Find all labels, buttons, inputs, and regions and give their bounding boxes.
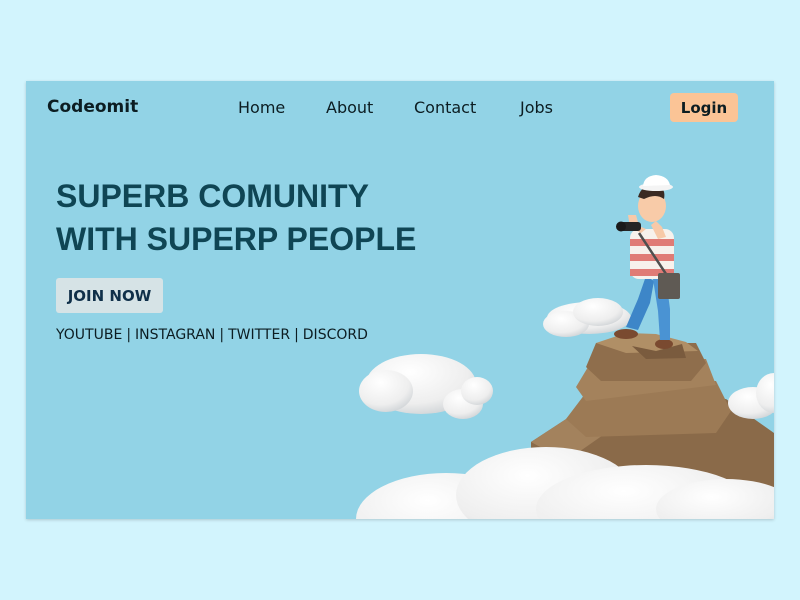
hero-illustration: [356, 175, 774, 519]
cloud-edge-right: [728, 373, 774, 419]
landing-card: Codeomit Home About Contact Jobs Login S…: [26, 81, 774, 519]
cloud-middle: [359, 354, 493, 419]
